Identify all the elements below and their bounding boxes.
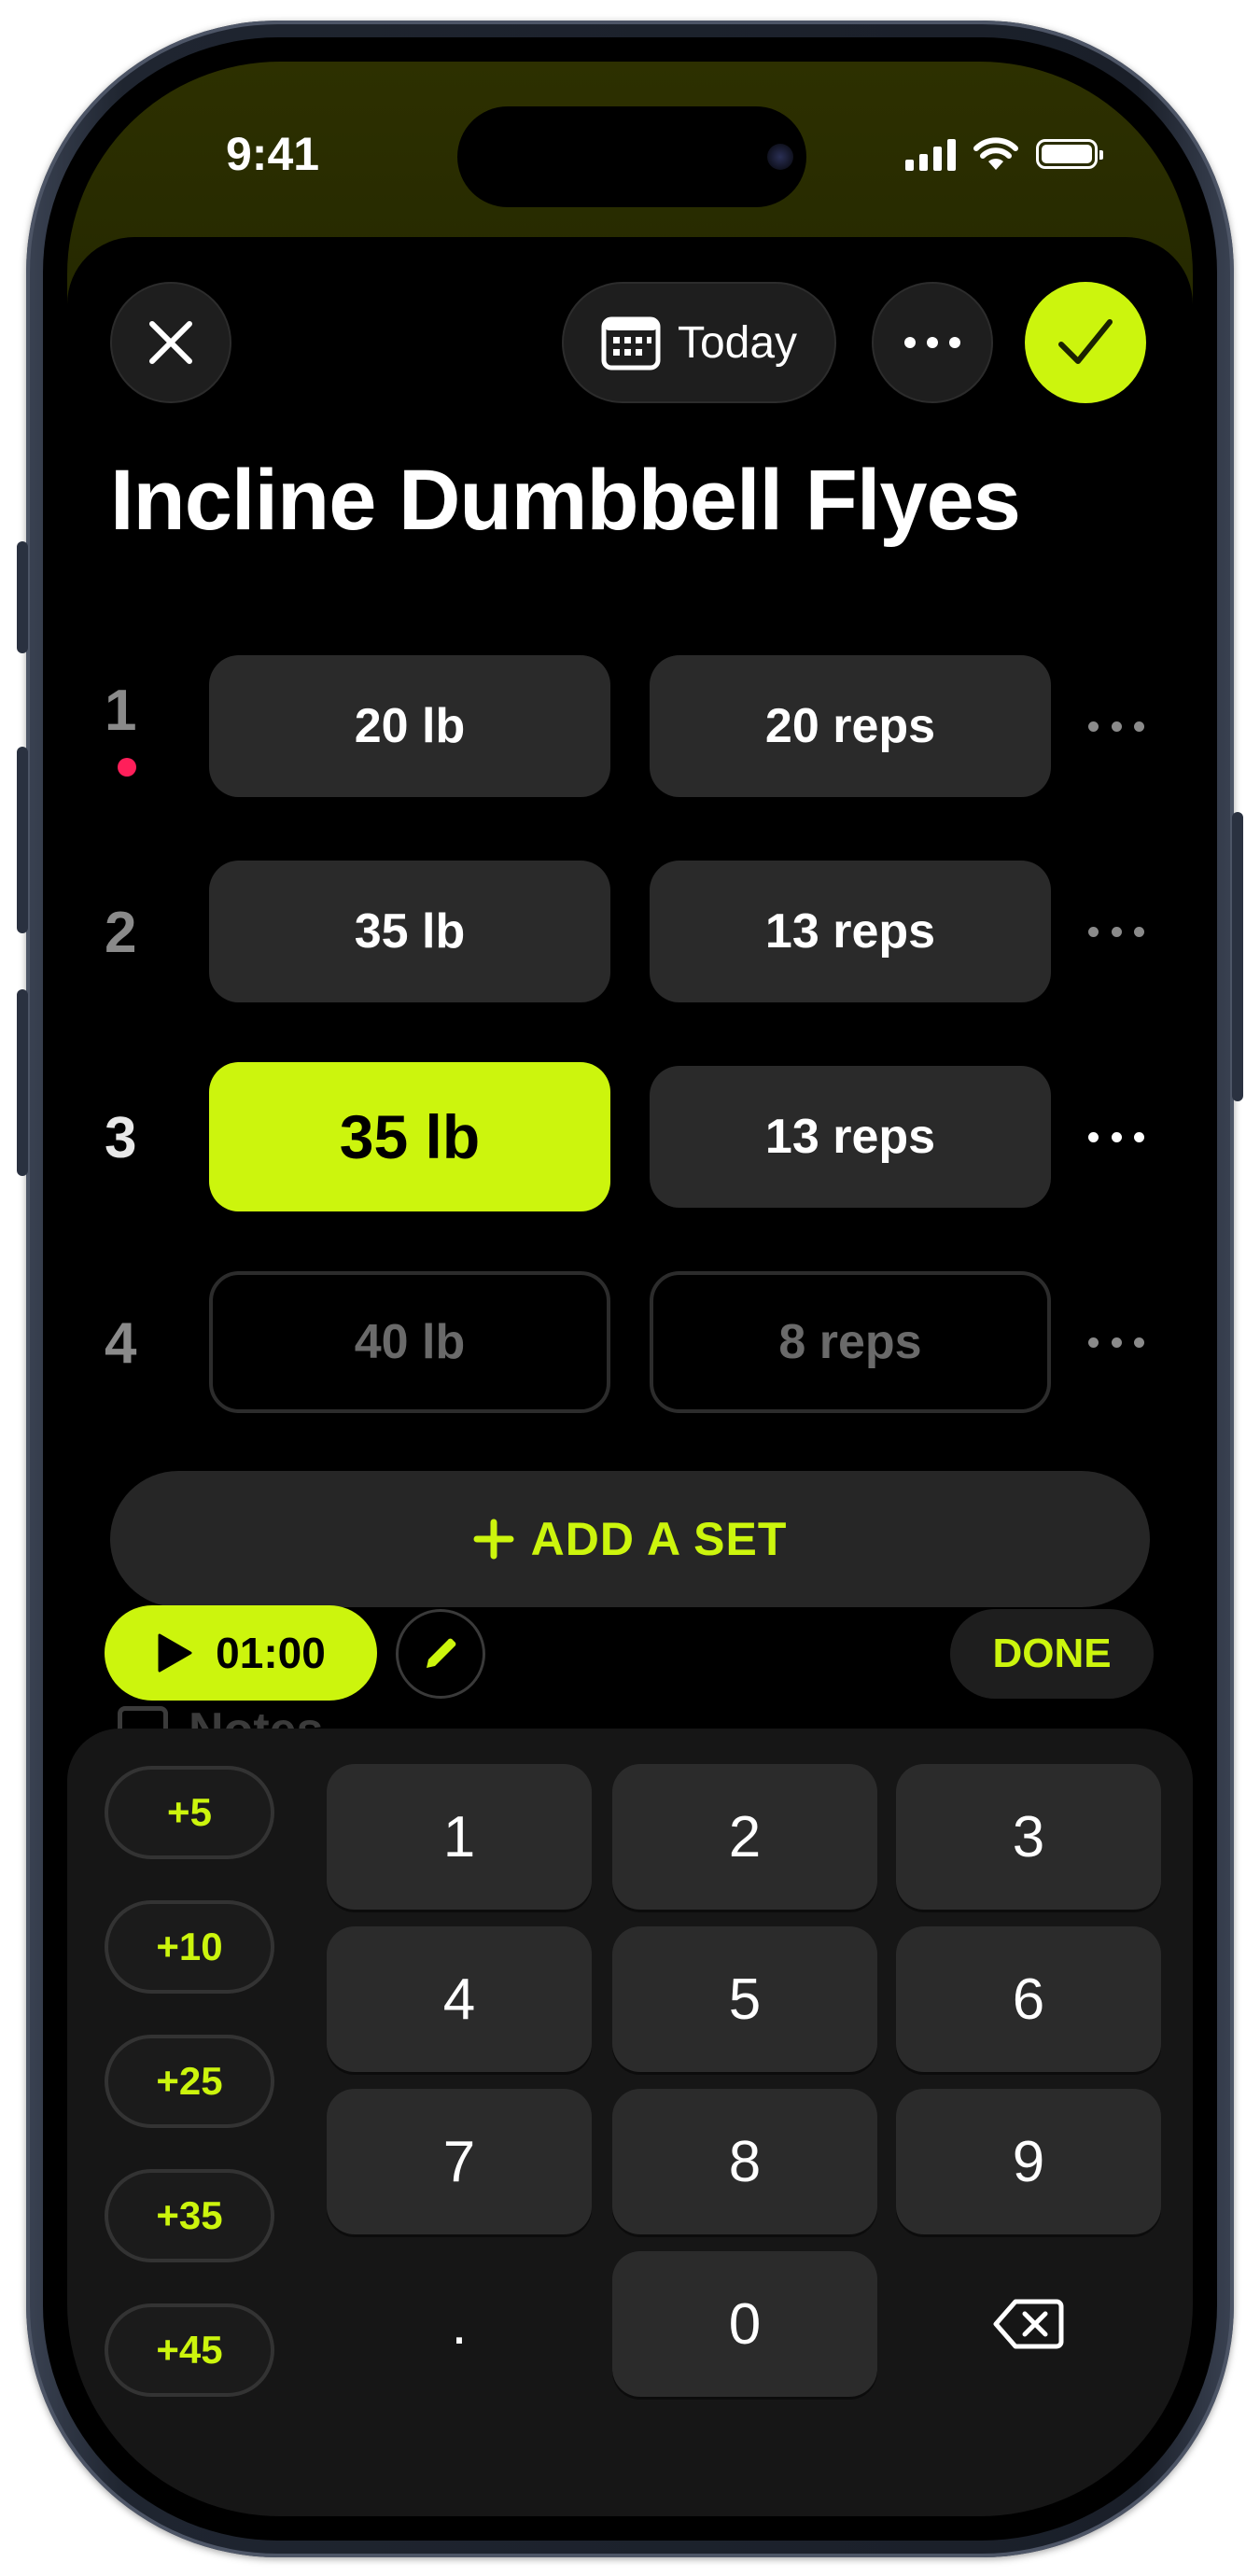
timer-label: 01:00 <box>216 1629 326 1677</box>
checkmark-icon <box>1058 319 1113 364</box>
set-more-button[interactable] <box>1088 1118 1144 1155</box>
keypad-key-7[interactable]: 7 <box>327 2089 592 2234</box>
keypad-backspace-button[interactable] <box>896 2251 1161 2397</box>
status-icons <box>905 136 1103 172</box>
increment-button[interactable]: +10 <box>105 1900 274 1994</box>
set-reps-field[interactable]: 13 reps <box>650 1066 1051 1208</box>
set-weight-field[interactable]: 35 lb <box>209 861 610 1002</box>
set-marker-dot <box>118 758 136 777</box>
close-icon <box>149 321 192 364</box>
backspace-icon <box>993 2299 1064 2349</box>
volume-down-button <box>17 989 28 1176</box>
increment-button[interactable]: +25 <box>105 2035 274 2128</box>
status-time: 9:41 <box>226 128 320 180</box>
keypad-key-6[interactable]: 6 <box>896 1926 1161 2072</box>
plus-icon <box>473 1519 514 1560</box>
keypad-key-decimal[interactable]: . <box>327 2251 592 2397</box>
done-button[interactable]: DONE <box>950 1609 1154 1699</box>
calendar-icon <box>601 316 661 371</box>
camera-icon <box>767 144 793 170</box>
increment-button[interactable]: +35 <box>105 2169 274 2262</box>
signal-icon <box>905 137 956 171</box>
set-more-button[interactable] <box>1088 913 1144 950</box>
more-options-button[interactable] <box>872 282 993 403</box>
set-more-button[interactable] <box>1088 707 1144 745</box>
more-icon <box>904 337 960 348</box>
keypad-key-0[interactable]: 0 <box>612 2251 877 2397</box>
increment-button[interactable]: +5 <box>105 1766 274 1859</box>
keypad-key-5[interactable]: 5 <box>612 1926 877 2072</box>
set-reps-field[interactable]: 8 reps <box>650 1271 1051 1413</box>
add-set-button[interactable]: ADD A SET <box>110 1471 1150 1607</box>
set-weight-field-active[interactable]: 35 lb <box>209 1062 610 1211</box>
screen: 9:41 Today Incline Dumbbell Flyes 1 20 l… <box>67 62 1193 2516</box>
side-button <box>1232 812 1243 1101</box>
finish-button[interactable] <box>1025 282 1146 403</box>
keypad-key-8[interactable]: 8 <box>612 2089 877 2234</box>
keypad-key-4[interactable]: 4 <box>327 1926 592 2072</box>
battery-icon <box>1036 139 1103 169</box>
set-number: 3 <box>105 1106 137 1170</box>
volume-up-button <box>17 747 28 933</box>
set-weight-field[interactable]: 20 lb <box>209 655 610 797</box>
set-weight-field[interactable]: 40 lb <box>209 1271 610 1413</box>
set-number: 4 <box>105 1311 137 1376</box>
keypad-key-9[interactable]: 9 <box>896 2089 1161 2234</box>
date-button[interactable]: Today <box>562 282 836 403</box>
exercise-title: Incline Dumbbell Flyes <box>110 453 1021 548</box>
rest-timer-button[interactable]: 01:00 <box>105 1605 377 1701</box>
edit-timer-button[interactable] <box>396 1609 485 1699</box>
keypad-key-3[interactable]: 3 <box>896 1764 1161 1910</box>
date-label: Today <box>677 317 798 368</box>
set-reps-field[interactable]: 20 reps <box>650 655 1051 797</box>
add-set-label: ADD A SET <box>530 1513 788 1565</box>
play-icon <box>158 1633 192 1673</box>
wifi-icon <box>973 137 1018 170</box>
keypad-key-1[interactable]: 1 <box>327 1764 592 1910</box>
dynamic-island <box>457 106 806 207</box>
keypad-key-2[interactable]: 2 <box>612 1764 877 1910</box>
number-keypad: +5 +10 +25 +35 +45 1 2 3 4 5 6 7 8 9 . 0 <box>67 1729 1193 2516</box>
pencil-icon <box>427 1638 456 1668</box>
increment-button[interactable]: +45 <box>105 2303 274 2397</box>
set-more-button[interactable] <box>1088 1323 1144 1361</box>
set-number: 1 <box>105 679 137 743</box>
action-button <box>17 541 28 653</box>
set-reps-field[interactable]: 13 reps <box>650 861 1051 1002</box>
close-button[interactable] <box>110 282 231 403</box>
set-number: 2 <box>105 901 137 965</box>
